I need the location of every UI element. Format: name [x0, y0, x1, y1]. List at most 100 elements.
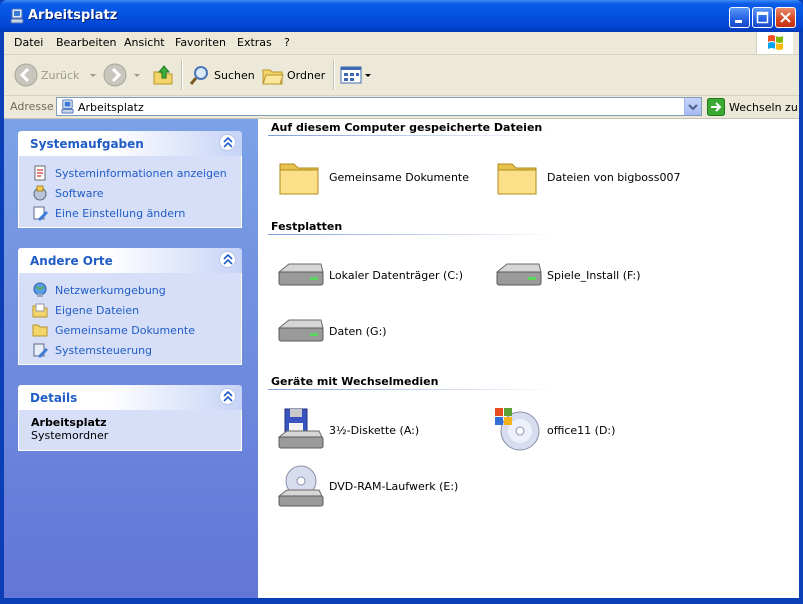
- menu-ansicht[interactable]: Ansicht: [124, 36, 165, 49]
- group-header-stored-files: Auf diesem Computer gespeicherte Dateien: [271, 121, 543, 134]
- item-drive-f[interactable]: Spiele_Install (F:): [494, 252, 640, 298]
- item-label: office11 (D:): [547, 423, 616, 437]
- link-label: Eigene Dateien: [55, 303, 140, 317]
- chevron-down-icon: [365, 74, 371, 77]
- menu-bearbeiten[interactable]: Bearbeiten: [56, 36, 116, 49]
- link-my-documents[interactable]: Eigene Dateien: [19, 300, 241, 320]
- link-change-setting[interactable]: Eine Einstellung ändern: [19, 203, 241, 223]
- control-panel-icon: [33, 343, 48, 358]
- system-tasks-header[interactable]: Systemaufgaben: [18, 131, 242, 156]
- chevron-up-icon: [223, 137, 233, 148]
- hard-drive-icon: [495, 263, 542, 286]
- folder-icon: [32, 324, 48, 337]
- title-bar[interactable]: Arbeitsplatz: [0, 0, 803, 32]
- link-software[interactable]: Software: [19, 183, 241, 203]
- forward-arrow-icon: [103, 63, 127, 87]
- panel-title: Andere Orte: [30, 254, 113, 268]
- menu-favoriten[interactable]: Favoriten: [175, 36, 226, 49]
- search-icon: [189, 66, 208, 85]
- up-folder-button[interactable]: [152, 63, 176, 87]
- other-places-body: Netzwerkumgebung Eigene Dateien Gemeinsa…: [18, 273, 242, 365]
- link-label: Eine Einstellung ändern: [55, 206, 186, 220]
- computer-icon: [10, 8, 24, 24]
- collapse-button[interactable]: [219, 134, 236, 151]
- link-label: Gemeinsame Dokumente: [55, 323, 195, 337]
- go-arrow-icon: [707, 98, 725, 116]
- system-info-icon: [34, 165, 46, 181]
- window-title: Arbeitsplatz: [28, 8, 118, 23]
- search-label: Suchen: [214, 68, 255, 82]
- link-network[interactable]: Netzwerkumgebung: [19, 280, 241, 300]
- menu-bar: Datei Bearbeiten Ansicht Favoriten Extra…: [4, 32, 799, 55]
- item-label: Daten (G:): [329, 324, 387, 338]
- chevron-up-icon: [223, 254, 233, 265]
- close-icon: [780, 12, 791, 23]
- explorer-window: Arbeitsplatz Datei Bearbeiten Ansicht Fa…: [0, 0, 803, 604]
- views-icon: [340, 66, 362, 84]
- menu-datei[interactable]: Datei: [14, 36, 43, 49]
- cd-drive-icon: [495, 408, 540, 451]
- chevron-down-icon: [90, 74, 97, 77]
- collapse-button[interactable]: [219, 251, 236, 268]
- item-drive-g[interactable]: Daten (G:): [276, 308, 387, 354]
- file-view: Auf diesem Computer gespeicherte Dateien…: [258, 119, 799, 598]
- group-divider: [268, 389, 558, 390]
- toolbar-separator: [181, 60, 183, 90]
- item-label: Spiele_Install (F:): [547, 268, 641, 282]
- system-tasks-body: Systeminformationen anzeigen Software Ei…: [18, 156, 242, 228]
- item-label: 3½-Diskette (A:): [329, 423, 420, 437]
- item-label: DVD-RAM-Laufwerk (E:): [329, 479, 459, 493]
- back-button[interactable]: Zurück: [14, 63, 100, 87]
- panel-title: Systemaufgaben: [30, 137, 144, 151]
- forward-button[interactable]: [103, 63, 144, 87]
- address-dropdown-button[interactable]: [684, 98, 701, 115]
- software-icon: [33, 185, 47, 201]
- address-bar: Adresse Arbeitsplatz Wechseln zu: [4, 96, 799, 119]
- back-arrow-icon: [14, 63, 38, 87]
- details-type: Systemordner: [31, 429, 109, 442]
- menu-extras[interactable]: Extras: [237, 36, 272, 49]
- link-system-info[interactable]: Systeminformationen anzeigen: [19, 163, 241, 183]
- dvd-drive-icon: [277, 465, 324, 507]
- views-button[interactable]: [340, 63, 372, 87]
- item-drive-d[interactable]: office11 (D:): [494, 407, 615, 453]
- maximize-button[interactable]: [752, 7, 773, 28]
- back-label: Zurück: [41, 68, 80, 82]
- folders-icon: [262, 69, 284, 85]
- minimize-icon: [735, 20, 742, 23]
- details-name: Arbeitsplatz: [31, 416, 107, 429]
- search-button[interactable]: Suchen: [189, 63, 255, 87]
- collapse-button[interactable]: [219, 388, 236, 405]
- computer-icon: [61, 99, 74, 114]
- maximize-icon: [756, 11, 769, 24]
- item-shared-documents[interactable]: Gemeinsame Dokumente: [276, 154, 469, 200]
- folders-label: Ordner: [287, 68, 326, 82]
- go-label: Wechseln zu: [729, 100, 798, 114]
- system-tasks-panel: Systemaufgaben Systeminformationen anzei…: [18, 131, 242, 228]
- details-panel: Details Arbeitsplatz Systemordner: [18, 385, 242, 451]
- menu-help[interactable]: ?: [284, 36, 290, 49]
- panel-title: Details: [30, 391, 78, 405]
- up-folder-icon: [153, 65, 173, 85]
- settings-icon: [33, 206, 48, 221]
- link-shared-documents[interactable]: Gemeinsame Dokumente: [19, 320, 241, 340]
- minimize-button[interactable]: [729, 7, 750, 28]
- folders-button[interactable]: Ordner: [262, 63, 325, 87]
- item-drive-a[interactable]: 3½-Diskette (A:): [276, 407, 419, 453]
- item-drive-c[interactable]: Lokaler Datenträger (C:): [276, 252, 463, 298]
- item-label: Lokaler Datenträger (C:): [329, 268, 464, 282]
- toolbar-separator: [333, 60, 335, 90]
- details-header[interactable]: Details: [18, 385, 242, 410]
- address-input[interactable]: Arbeitsplatz: [56, 97, 702, 116]
- link-label: Systemsteuerung: [55, 343, 153, 357]
- item-drive-e[interactable]: DVD-RAM-Laufwerk (E:): [276, 463, 458, 509]
- item-user-files[interactable]: Dateien von bigboss007: [494, 154, 680, 200]
- content-area: Systemaufgaben Systeminformationen anzei…: [4, 119, 799, 598]
- close-button[interactable]: [775, 7, 796, 28]
- go-button[interactable]: Wechseln zu: [707, 98, 798, 116]
- toolbar: Zurück Suchen Ordner: [4, 55, 799, 96]
- details-body: Arbeitsplatz Systemordner: [18, 410, 242, 451]
- link-control-panel[interactable]: Systemsteuerung: [19, 340, 241, 360]
- link-label: Software: [55, 186, 104, 200]
- other-places-header[interactable]: Andere Orte: [18, 248, 242, 273]
